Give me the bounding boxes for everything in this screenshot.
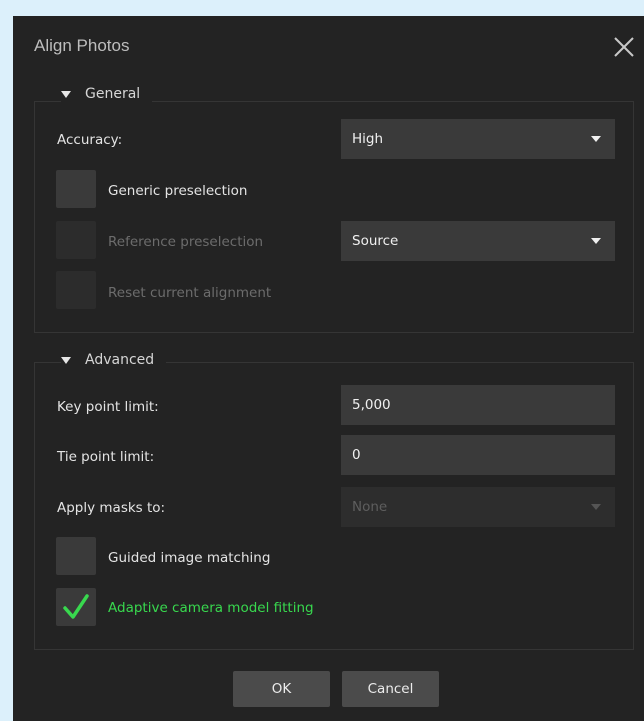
cancel-button[interactable]: Cancel bbox=[342, 671, 439, 707]
dialog-titlebar: Align Photos bbox=[13, 16, 644, 76]
collapse-triangle-icon bbox=[61, 90, 71, 98]
close-icon[interactable] bbox=[611, 34, 637, 60]
key-point-limit-value: 5,000 bbox=[352, 397, 391, 413]
accuracy-label: Accuracy: bbox=[57, 132, 123, 148]
chevron-down-icon bbox=[591, 238, 601, 244]
checkmark-icon bbox=[63, 594, 89, 619]
advanced-header-label: Advanced bbox=[85, 352, 155, 368]
guided-matching-label: Guided image matching bbox=[108, 550, 271, 566]
reset-alignment-label: Reset current alignment bbox=[108, 285, 272, 301]
collapse-triangle-icon bbox=[61, 356, 71, 364]
chevron-down-icon bbox=[591, 504, 601, 510]
adaptive-fitting-checkbox[interactable] bbox=[56, 588, 96, 626]
tie-point-limit-label: Tie point limit: bbox=[57, 449, 155, 465]
dialog-title: Align Photos bbox=[34, 36, 130, 55]
generic-preselection-checkbox[interactable] bbox=[56, 170, 96, 208]
tie-point-limit-value: 0 bbox=[352, 447, 361, 463]
generic-preselection-label: Generic preselection bbox=[108, 183, 248, 199]
reference-preselection-select[interactable]: Source bbox=[341, 221, 615, 261]
key-point-limit-label: Key point limit: bbox=[57, 399, 159, 415]
accuracy-select[interactable]: High bbox=[341, 119, 615, 159]
advanced-group-header[interactable]: Advanced bbox=[61, 352, 167, 368]
key-point-limit-input[interactable]: 5,000 bbox=[341, 385, 615, 425]
align-photos-dialog: Align Photos General Accuracy: High Gene… bbox=[13, 16, 644, 721]
reference-preselection-label: Reference preselection bbox=[108, 234, 264, 250]
general-header-label: General bbox=[85, 86, 141, 102]
apply-masks-label: Apply masks to: bbox=[57, 500, 166, 516]
reset-alignment-checkbox bbox=[56, 271, 96, 309]
general-group-header[interactable]: General bbox=[61, 86, 153, 102]
apply-masks-value: None bbox=[352, 499, 388, 515]
reference-preselection-checkbox bbox=[56, 221, 96, 259]
adaptive-fitting-label: Adaptive camera model fitting bbox=[108, 600, 314, 616]
accuracy-value: High bbox=[352, 131, 384, 147]
guided-matching-checkbox[interactable] bbox=[56, 537, 96, 575]
ok-button[interactable]: OK bbox=[233, 671, 330, 707]
tie-point-limit-input[interactable]: 0 bbox=[341, 435, 615, 475]
apply-masks-select: None bbox=[341, 487, 615, 527]
reference-preselection-value: Source bbox=[352, 233, 399, 249]
chevron-down-icon bbox=[591, 136, 601, 142]
